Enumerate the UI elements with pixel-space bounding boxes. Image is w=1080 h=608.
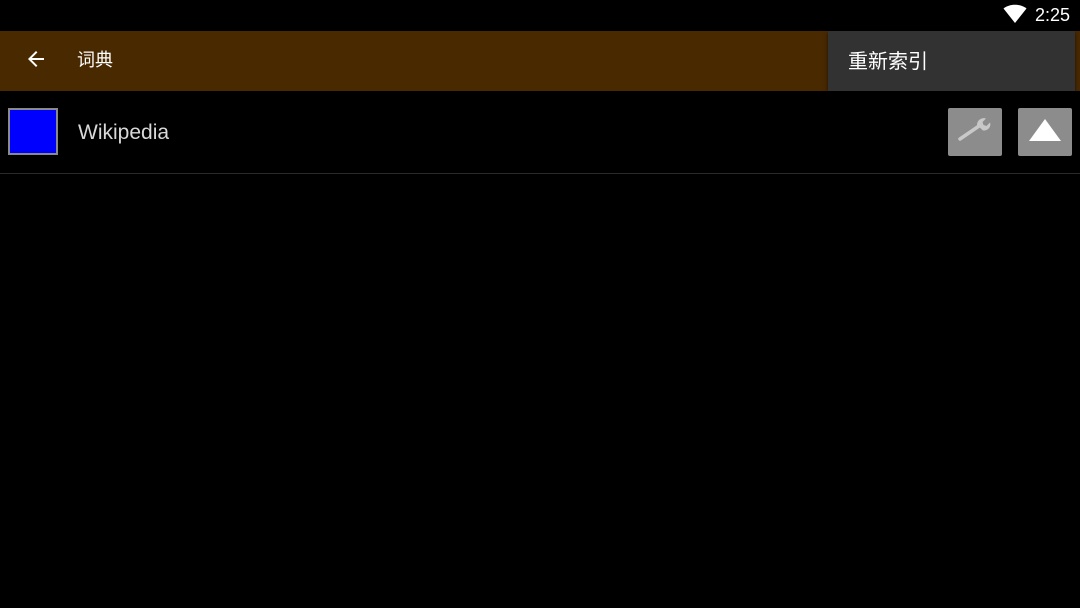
status-indicators: 2:25 xyxy=(1003,0,1070,31)
dictionary-color-swatch[interactable] xyxy=(8,108,58,155)
arrow-back-icon xyxy=(24,47,48,75)
wifi-icon xyxy=(1003,4,1027,28)
status-bar: 2:25 xyxy=(0,0,1080,31)
menu-item-reindex[interactable]: 重新索引 xyxy=(848,31,928,91)
wrench-icon xyxy=(955,116,995,148)
triangle-up-icon xyxy=(1028,118,1062,146)
dictionary-name: Wikipedia xyxy=(78,121,170,144)
list-item[interactable]: Wikipedia xyxy=(0,92,1080,173)
page-title: 词典 xyxy=(77,50,113,71)
status-time: 2:25 xyxy=(1034,5,1070,25)
back-button[interactable] xyxy=(14,41,58,81)
row-divider xyxy=(0,173,1080,174)
dictionary-settings-button[interactable] xyxy=(948,108,1002,156)
overflow-menu: 重新索引 xyxy=(828,31,1075,91)
move-up-button[interactable] xyxy=(1018,108,1072,156)
